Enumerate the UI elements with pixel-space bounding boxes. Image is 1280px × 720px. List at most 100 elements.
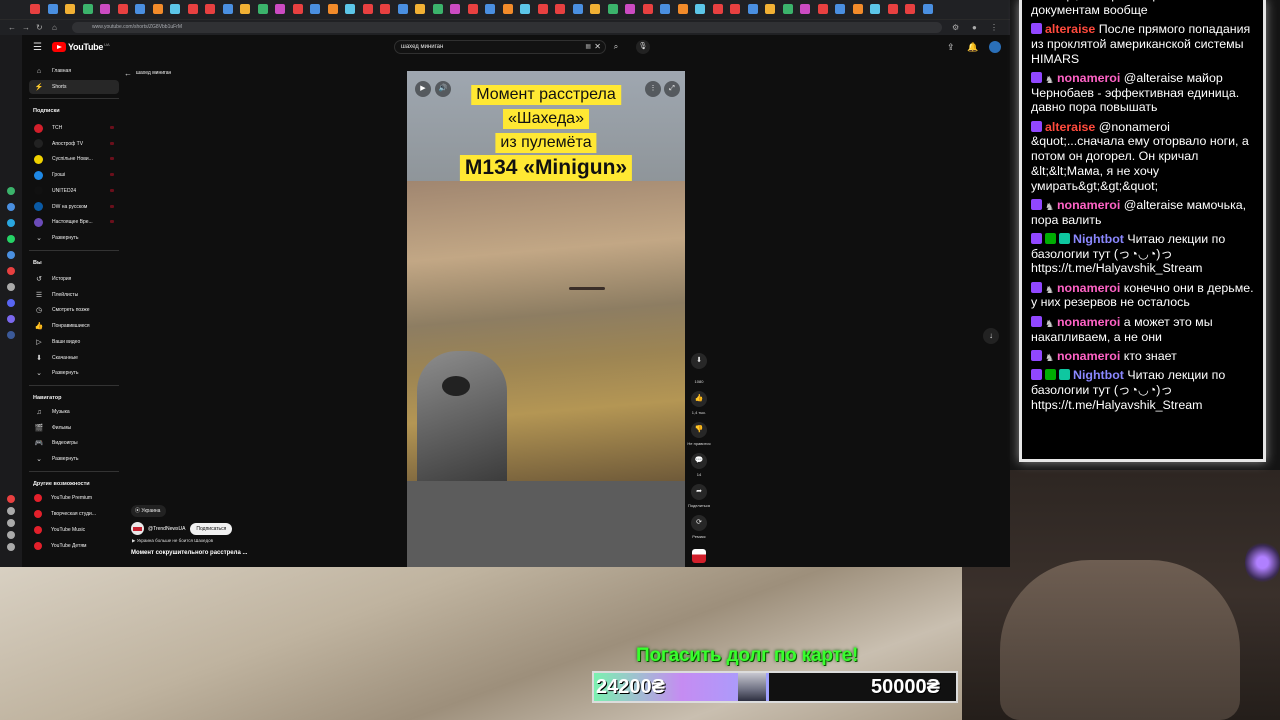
chat-username[interactable]: Nightbot: [1073, 368, 1124, 382]
browser-tab-favicon[interactable]: [222, 4, 233, 14]
chat-username[interactable]: alteraise: [1045, 120, 1095, 134]
sidebar-item[interactable]: ТСН: [29, 121, 119, 135]
sidebar-item[interactable]: Гроші: [29, 168, 119, 182]
browser-tab-favicon[interactable]: [555, 4, 565, 14]
browser-tab-favicon[interactable]: [292, 4, 303, 14]
sidebar-item[interactable]: ▷ Ваши видео: [29, 335, 119, 349]
extension-icon[interactable]: [7, 283, 15, 291]
extension-icon[interactable]: [7, 315, 15, 323]
notifications-icon[interactable]: 🔔: [967, 42, 978, 53]
browser-tab-favicon[interactable]: [730, 4, 740, 14]
comments-button[interactable]: 💬 14: [687, 453, 711, 477]
browser-tab-favicon[interactable]: [362, 4, 373, 14]
browser-tab-favicon[interactable]: [275, 4, 285, 14]
sidebar-item[interactable]: ⚡ Shorts: [29, 80, 119, 94]
sidebar-item[interactable]: ⌄ Развернуть: [29, 366, 119, 380]
more-options-icon[interactable]: ⋮: [645, 81, 661, 97]
chat-username[interactable]: Nightbot: [1073, 232, 1124, 246]
browser-tab-favicon[interactable]: [310, 4, 320, 14]
extension-icon[interactable]: [7, 251, 15, 259]
browser-tab-favicon[interactable]: [537, 4, 548, 14]
sidebar-item[interactable]: ◷ Смотреть позже: [29, 303, 119, 317]
search-input[interactable]: шахед миниган ▦ ✕: [394, 40, 606, 54]
youtube-logo[interactable]: YouTube UA: [52, 42, 110, 52]
browser-tab-favicon[interactable]: [187, 4, 198, 14]
browser-tab-favicon[interactable]: [607, 4, 618, 14]
fullscreen-icon[interactable]: ⤢: [664, 81, 680, 97]
browser-tab-favicon[interactable]: [852, 4, 863, 14]
sidebar-item[interactable]: ⬇ Скачанные: [29, 351, 119, 365]
browser-tab-favicon[interactable]: [695, 4, 705, 14]
sidebar-item[interactable]: DW на русском: [29, 200, 119, 214]
browser-tab-favicon[interactable]: [922, 4, 933, 14]
browser-tab-favicon[interactable]: [765, 4, 775, 14]
sidebar-item[interactable]: ↺ История: [29, 272, 119, 286]
sidebar-item[interactable]: ⌄ Развернуть: [29, 231, 119, 245]
browser-tab-favicon[interactable]: [520, 4, 530, 14]
sidebar-item[interactable]: Творческая студи...: [29, 507, 119, 521]
share-button[interactable]: ➦ Поделиться: [687, 484, 711, 508]
browser-tab-favicon[interactable]: [642, 4, 653, 14]
address-bar[interactable]: www.youtube.com/shorts/ZG8Vbb1uFrM: [72, 22, 942, 33]
browser-tab-favicon[interactable]: [502, 4, 513, 14]
browser-tab-favicon[interactable]: [327, 4, 338, 14]
sidebar-item[interactable]: Суспільне Нови...: [29, 152, 119, 166]
browser-tab-favicon[interactable]: [782, 4, 793, 14]
tab-strip[interactable]: [0, 0, 1010, 20]
sidebar-item[interactable]: 🎮 Видеоигры: [29, 436, 119, 450]
browser-tab-favicon[interactable]: [100, 4, 110, 14]
like-button[interactable]: 👍 1,4 тыс.: [687, 391, 711, 415]
sidebar-item[interactable]: ⌄ Развернуть: [29, 452, 119, 466]
forward-arrow-icon[interactable]: →: [22, 23, 30, 32]
sidebar-tool-icon[interactable]: [7, 519, 15, 527]
location-chip[interactable]: ⦿ Украина: [131, 505, 167, 517]
sidebar-tool-icon[interactable]: [7, 495, 15, 503]
chat-username[interactable]: nonameroi: [1057, 281, 1120, 295]
upload-icon[interactable]: ⇪: [947, 42, 955, 53]
browser-tab-favicon[interactable]: [345, 4, 355, 14]
browser-tab-favicon[interactable]: [432, 4, 443, 14]
browser-tab-favicon[interactable]: [397, 4, 408, 14]
video-description[interactable]: ▶ Украина больше не боится Шахедов: [132, 538, 213, 544]
chat-username[interactable]: nonameroi: [1057, 71, 1120, 85]
extension-icon[interactable]: [7, 187, 15, 195]
browser-tab-favicon[interactable]: [30, 4, 40, 14]
extensions-icon[interactable]: ⚙: [952, 23, 959, 32]
browser-tab-favicon[interactable]: [380, 4, 390, 14]
profile-icon[interactable]: ●: [972, 23, 977, 32]
video-title[interactable]: Момент сокрушительного расстрела ...: [131, 550, 247, 556]
browser-tab-favicon[interactable]: [817, 4, 828, 14]
browser-tab-favicon[interactable]: [835, 4, 845, 14]
browser-tab-favicon[interactable]: [82, 4, 93, 14]
volume-icon[interactable]: 🔊: [435, 81, 451, 97]
browser-tab-favicon[interactable]: [485, 4, 495, 14]
menu-hamburger-icon[interactable]: ☰: [33, 42, 42, 53]
browser-tab-favicon[interactable]: [152, 4, 163, 14]
extension-icon[interactable]: [7, 299, 15, 307]
extension-icon[interactable]: [7, 219, 15, 227]
dislike-button[interactable]: 👎 Не нравится: [687, 422, 711, 446]
browser-tab-favicon[interactable]: [467, 4, 478, 14]
channel-avatar[interactable]: [131, 522, 144, 535]
clear-search-icon[interactable]: ✕: [594, 41, 601, 53]
channel-name[interactable]: @TrendNewsUA: [148, 526, 185, 532]
browser-tab-favicon[interactable]: [660, 4, 670, 14]
sidebar-item[interactable]: UNITED24: [29, 184, 119, 198]
sound-thumbnail[interactable]: [687, 549, 711, 563]
sidebar-item[interactable]: ☰ Плейлисты: [29, 288, 119, 302]
browser-tab-favicon[interactable]: [47, 4, 58, 14]
short-video-player[interactable]: ▶ 🔊 ⋮ ⤢ Момент расстрела «Шахеда» из пул…: [407, 71, 685, 567]
sidebar-section-title[interactable]: Навигатор: [33, 395, 61, 401]
remix-button[interactable]: ⟳ Ремикс: [687, 515, 711, 539]
sidebar-section-title[interactable]: Вы: [33, 260, 42, 266]
sidebar-item[interactable]: 🎬 Фильмы: [29, 421, 119, 435]
extension-icon[interactable]: [7, 267, 15, 275]
browser-tab-favicon[interactable]: [170, 4, 180, 14]
sidebar-item[interactable]: ♫ Музыка: [29, 405, 119, 419]
sidebar-item[interactable]: 👍 Понравившиеся: [29, 319, 119, 333]
avatar[interactable]: [989, 41, 1001, 53]
chat-username[interactable]: nonameroi: [1057, 349, 1120, 363]
browser-tab-favicon[interactable]: [240, 4, 250, 14]
sidebar-item[interactable]: YouTube Детям: [29, 539, 119, 553]
browser-tab-favicon[interactable]: [800, 4, 810, 14]
